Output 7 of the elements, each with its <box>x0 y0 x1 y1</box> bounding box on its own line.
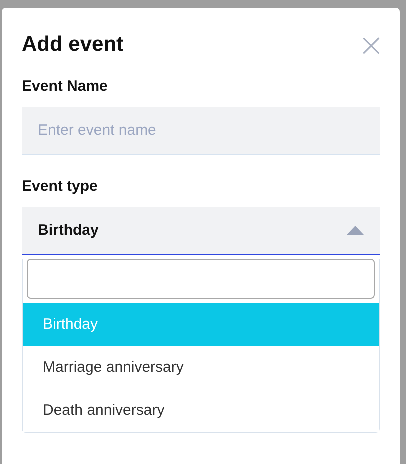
caret-icon <box>347 226 364 235</box>
input-field[interactable]: Enter event name <box>22 107 380 155</box>
search-field[interactable] <box>27 259 375 299</box>
field-label: Event type <box>22 178 99 195</box>
select-field[interactable]: Birthday <box>22 207 380 255</box>
dialog-title: Add event <box>22 33 124 57</box>
field-label: Event Name <box>22 78 109 95</box>
